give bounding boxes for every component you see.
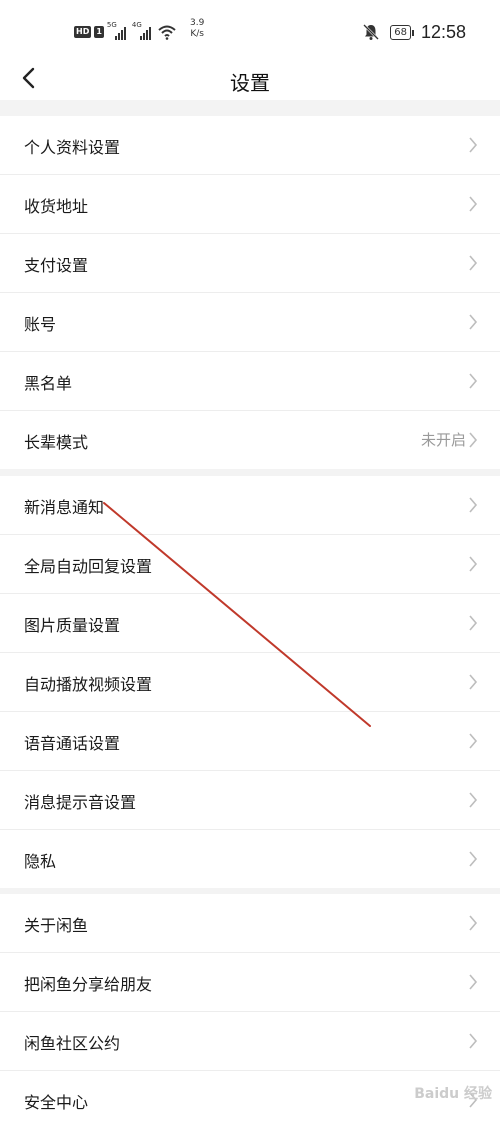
chevron-right-icon <box>469 974 478 990</box>
net2-label: 4G <box>131 21 142 29</box>
settings-item-label: 语音通话设置 <box>24 734 121 753</box>
wifi-icon <box>158 25 176 40</box>
battery-indicator: 68 <box>390 24 414 40</box>
settings-item-label: 把闲鱼分享给朋友 <box>24 975 153 994</box>
chevron-right-icon <box>469 255 478 271</box>
settings-item-share[interactable]: 把闲鱼分享给朋友 <box>0 953 500 1012</box>
settings-item-label: 消息提示音设置 <box>24 793 137 812</box>
chevron-right-icon <box>469 497 478 513</box>
settings-item-blacklist[interactable]: 黑名单 <box>0 352 500 411</box>
settings-item-label: 全局自动回复设置 <box>24 557 153 576</box>
settings-item-image-quality[interactable]: 图片质量设置 <box>0 594 500 653</box>
settings-item-elder-mode[interactable]: 长辈模式 未开启 <box>0 411 500 469</box>
settings-item-message-tone[interactable]: 消息提示音设置 <box>0 771 500 830</box>
signal-5g-icon: 5G <box>106 21 129 40</box>
chevron-right-icon <box>469 1033 478 1049</box>
settings-item-profile[interactable]: 个人资料设置 <box>0 116 500 175</box>
settings-item-autoplay-video[interactable]: 自动播放视频设置 <box>0 653 500 712</box>
settings-item-address[interactable]: 收货地址 <box>0 175 500 234</box>
settings-item-account[interactable]: 账号 <box>0 293 500 352</box>
chevron-right-icon <box>469 733 478 749</box>
settings-item-label: 隐私 <box>24 852 57 871</box>
settings-item-label: 长辈模式 <box>24 433 89 452</box>
sim-badge: 1 <box>94 26 104 38</box>
bell-muted-icon <box>363 24 380 40</box>
signal-4g-icon: 4G <box>131 21 154 40</box>
chevron-right-icon <box>469 196 478 212</box>
settings-item-label: 个人资料设置 <box>24 138 121 157</box>
chevron-right-icon <box>469 432 478 448</box>
settings-item-label: 关于闲鱼 <box>24 916 89 935</box>
status-bar-left: HD 1 5G 4G <box>74 20 177 44</box>
clock: 12:58 <box>420 21 466 42</box>
title-bar: 设置 <box>0 58 500 100</box>
settings-item-label: 安全中心 <box>24 1093 89 1112</box>
elder-mode-status: 未开启 <box>420 431 466 449</box>
settings-item-auto-reply[interactable]: 全局自动回复设置 <box>0 535 500 594</box>
settings-item-new-message-notify[interactable]: 新消息通知 <box>0 476 500 535</box>
settings-group-account: 个人资料设置 收货地址 支付设置 账号 黑名单 长辈模式 未开启 <box>0 116 500 469</box>
settings-item-label: 账号 <box>24 315 57 334</box>
chevron-right-icon <box>469 851 478 867</box>
settings-item-label: 黑名单 <box>24 374 73 393</box>
settings-item-label: 图片质量设置 <box>24 616 121 635</box>
status-bar: HD 1 5G 4G 3.9 K/s 68 12:58 <box>0 0 500 58</box>
speed-value: 3.9 <box>190 18 205 28</box>
settings-group-notifications: 新消息通知 全局自动回复设置 图片质量设置 自动播放视频设置 语音通话设置 消息… <box>0 476 500 888</box>
settings-item-label: 自动播放视频设置 <box>24 675 153 694</box>
settings-item-label: 支付设置 <box>24 256 89 275</box>
settings-item-privacy[interactable]: 隐私 <box>0 830 500 888</box>
settings-item-label: 新消息通知 <box>24 498 105 517</box>
chevron-right-icon <box>469 314 478 330</box>
settings-item-voice-call[interactable]: 语音通话设置 <box>0 712 500 771</box>
network-speed: 3.9 K/s <box>190 18 204 40</box>
settings-item-payment[interactable]: 支付设置 <box>0 234 500 293</box>
watermark: Baidu 经验 <box>414 1086 492 1102</box>
status-bar-right: 68 12:58 <box>362 20 466 44</box>
settings-item-label: 收货地址 <box>24 197 89 216</box>
speed-unit: K/s <box>190 29 204 39</box>
chevron-right-icon <box>469 674 478 690</box>
chevron-right-icon <box>469 792 478 808</box>
chevron-right-icon <box>469 615 478 631</box>
chevron-right-icon <box>469 373 478 389</box>
page-title: 设置 <box>230 71 270 95</box>
settings-item-about[interactable]: 关于闲鱼 <box>0 894 500 953</box>
chevron-right-icon <box>469 137 478 153</box>
chevron-right-icon <box>469 556 478 572</box>
hd-badge: HD <box>74 26 92 38</box>
settings-item-label: 闲鱼社区公约 <box>24 1034 121 1053</box>
net1-label: 5G <box>106 21 117 29</box>
chevron-right-icon <box>469 915 478 931</box>
settings-item-community-rules[interactable]: 闲鱼社区公约 <box>0 1012 500 1071</box>
